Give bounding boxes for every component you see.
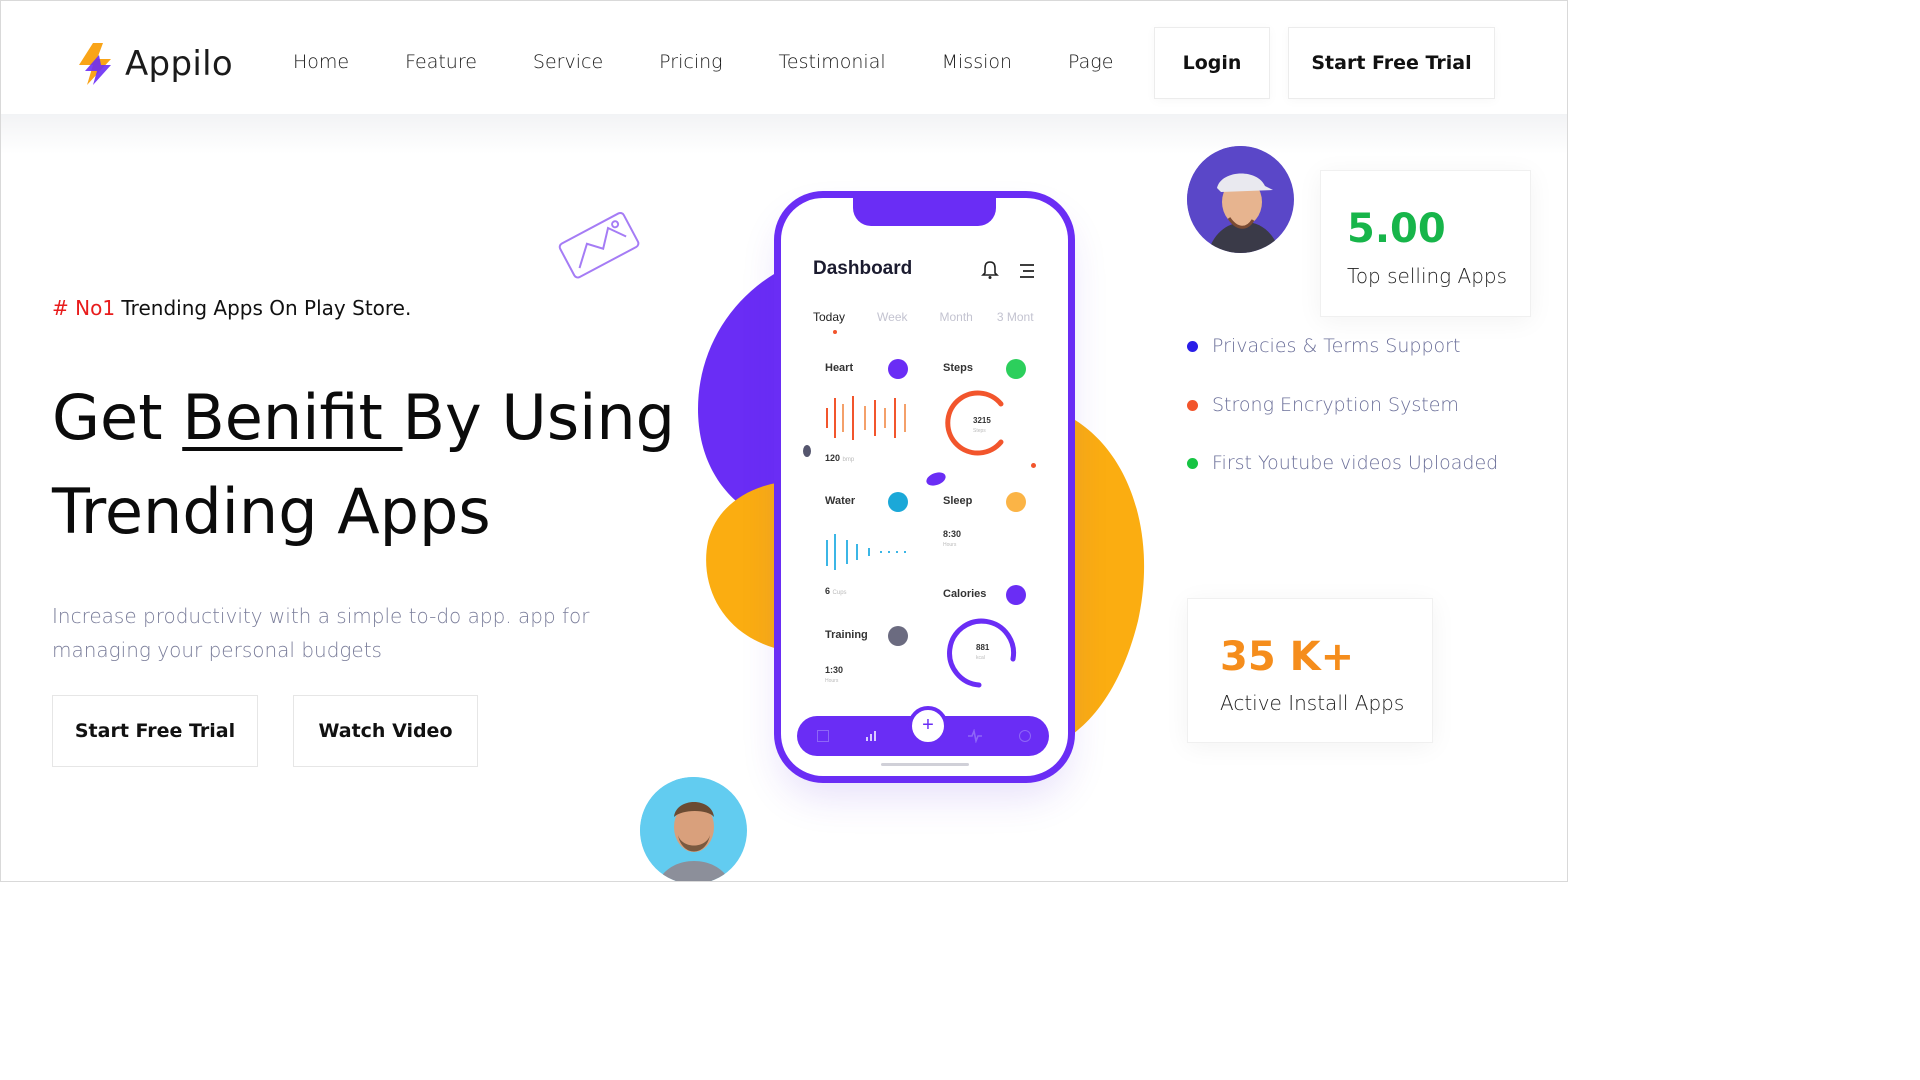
- steps-unit: Steps: [973, 428, 986, 434]
- page-frame: Appilo Home Feature Service Pricing Test…: [0, 0, 1568, 882]
- calories-label: Calories: [943, 588, 987, 600]
- nav-item-home[interactable]: Home: [293, 51, 349, 73]
- installs-card: 35 K+ Active Install Apps: [1187, 598, 1433, 743]
- tagline-text: Trending Apps On Play Store.: [121, 296, 412, 320]
- water-drop-icon: [888, 492, 908, 512]
- sleep-label: Sleep: [943, 495, 973, 507]
- headline-line2: Trending Apps: [52, 475, 491, 548]
- feature-privacy-label: Privacies & Terms Support: [1212, 335, 1461, 357]
- phone-period-tabs: Today Week Month 3 Mont: [813, 310, 1034, 324]
- hero-description: Increase productivity with a simple to-d…: [52, 604, 590, 662]
- add-button[interactable]: +: [908, 706, 948, 746]
- activity-icon[interactable]: [967, 729, 983, 743]
- heart-wave-graphic: [826, 396, 906, 440]
- phone-tab-today[interactable]: Today: [813, 310, 845, 324]
- phone-notch: [853, 196, 996, 226]
- hero-start-trial-button[interactable]: Start Free Trial: [52, 695, 258, 767]
- headline-pre: Get: [52, 381, 183, 454]
- avatar-man-cap: [1187, 146, 1294, 253]
- hero-tagline: # No1 Trending Apps On Play Store.: [52, 296, 411, 320]
- home-indicator: [881, 763, 969, 766]
- ticket-icon: [558, 211, 640, 279]
- nav-item-mission[interactable]: Mission: [942, 51, 1012, 73]
- heart-icon: [888, 359, 908, 379]
- water-wave-graphic: [826, 534, 906, 570]
- training-label: Training: [825, 629, 868, 641]
- steps-label: Steps: [943, 362, 973, 374]
- stats-bars-icon[interactable]: [865, 729, 879, 743]
- phone-dashboard-title: Dashboard: [813, 258, 913, 279]
- installs-label: Active Install Apps: [1220, 691, 1405, 715]
- heart-unit: bmp: [842, 457, 855, 463]
- decor-dot-orange: [1031, 463, 1036, 468]
- phone-tab-month[interactable]: Month: [940, 310, 973, 324]
- rating-value: 5.00: [1347, 206, 1446, 252]
- phone-mockup: Dashboard Today Week Month 3 Mont Heart: [781, 196, 1068, 776]
- headline-underlined: Benifit: [182, 381, 403, 454]
- feature-item-encryption: Strong Encryption System: [1187, 394, 1459, 416]
- tagline-highlight: # No1: [52, 296, 116, 320]
- menu-icon: [1020, 264, 1034, 278]
- phone-tab-3month[interactable]: 3 Mont: [997, 310, 1034, 324]
- avatar-man-bottom-illustration: [640, 777, 746, 881]
- feature-encryption-label: Strong Encryption System: [1212, 394, 1459, 416]
- rating-label: Top selling Apps: [1347, 264, 1508, 288]
- training-value: 1:30: [825, 665, 844, 675]
- watch-video-button[interactable]: Watch Video: [293, 695, 478, 767]
- header-shadow: [1, 114, 1567, 154]
- avatar-man-cap-illustration: [1187, 146, 1293, 253]
- water-label: Water: [825, 495, 856, 507]
- timer-icon: [888, 626, 908, 646]
- main-nav: Home Feature Service Pricing Testimonial…: [293, 51, 1113, 73]
- brand-logo[interactable]: Appilo: [75, 41, 233, 87]
- grid-icon[interactable]: [817, 730, 829, 742]
- phone-bottom-nav: +: [797, 706, 1049, 756]
- nav-item-service[interactable]: Service: [533, 51, 603, 73]
- profile-icon[interactable]: [1019, 730, 1031, 742]
- brand-name: Appilo: [125, 44, 233, 84]
- water-unit: Cups: [832, 590, 847, 596]
- login-button[interactable]: Login: [1154, 27, 1270, 99]
- rating-card: 5.00 Top selling Apps: [1320, 170, 1531, 317]
- site-header: Appilo Home Feature Service Pricing Test…: [1, 1, 1567, 114]
- heart-value: 120 bmp: [825, 453, 854, 463]
- feature-youtube-label: First Youtube videos Uploaded: [1212, 452, 1499, 474]
- training-unit: Hours: [825, 678, 839, 684]
- nav-item-feature[interactable]: Feature: [405, 51, 477, 73]
- nav-item-testimonial[interactable]: Testimonial: [779, 51, 886, 73]
- lightning-logo-icon: [79, 43, 111, 85]
- blue-dot-icon: [1187, 340, 1198, 352]
- decor-dot-dark: [803, 445, 811, 457]
- calories-unit: kcal: [976, 655, 985, 661]
- active-tab-indicator: [833, 330, 837, 334]
- feature-item-youtube: First Youtube videos Uploaded: [1187, 452, 1498, 474]
- bell-icon: [981, 261, 999, 279]
- steps-icon: [1006, 359, 1026, 379]
- hero-headline: Get Benifit By Using Trending Apps: [52, 371, 675, 559]
- header-start-trial-button[interactable]: Start Free Trial: [1288, 27, 1495, 99]
- green-dot-icon: [1187, 457, 1198, 469]
- heart-label: Heart: [825, 362, 854, 374]
- nav-item-pricing[interactable]: Pricing: [659, 51, 722, 73]
- sleep-value: 8:30: [943, 529, 962, 539]
- avatar-man-bottom: [640, 777, 747, 881]
- feature-item-privacy: Privacies & Terms Support: [1187, 335, 1460, 357]
- phone-tab-week[interactable]: Week: [877, 310, 907, 324]
- heart-value-number: 120: [825, 453, 841, 463]
- water-value: 6 Cups: [825, 586, 847, 596]
- water-value-number: 6: [825, 586, 831, 596]
- sleep-unit: Hours: [943, 542, 957, 548]
- orange-dot-icon: [1187, 399, 1198, 411]
- steps-value: 3215: [973, 416, 991, 425]
- headline-post: By Using: [402, 381, 676, 454]
- installs-value: 35 K+: [1220, 634, 1355, 680]
- calories-value: 881: [976, 643, 990, 652]
- moon-icon: [1006, 492, 1026, 512]
- calories-icon: [1006, 585, 1026, 605]
- calories-ring-graphic: [947, 618, 1017, 688]
- nav-item-page[interactable]: Page: [1068, 51, 1113, 73]
